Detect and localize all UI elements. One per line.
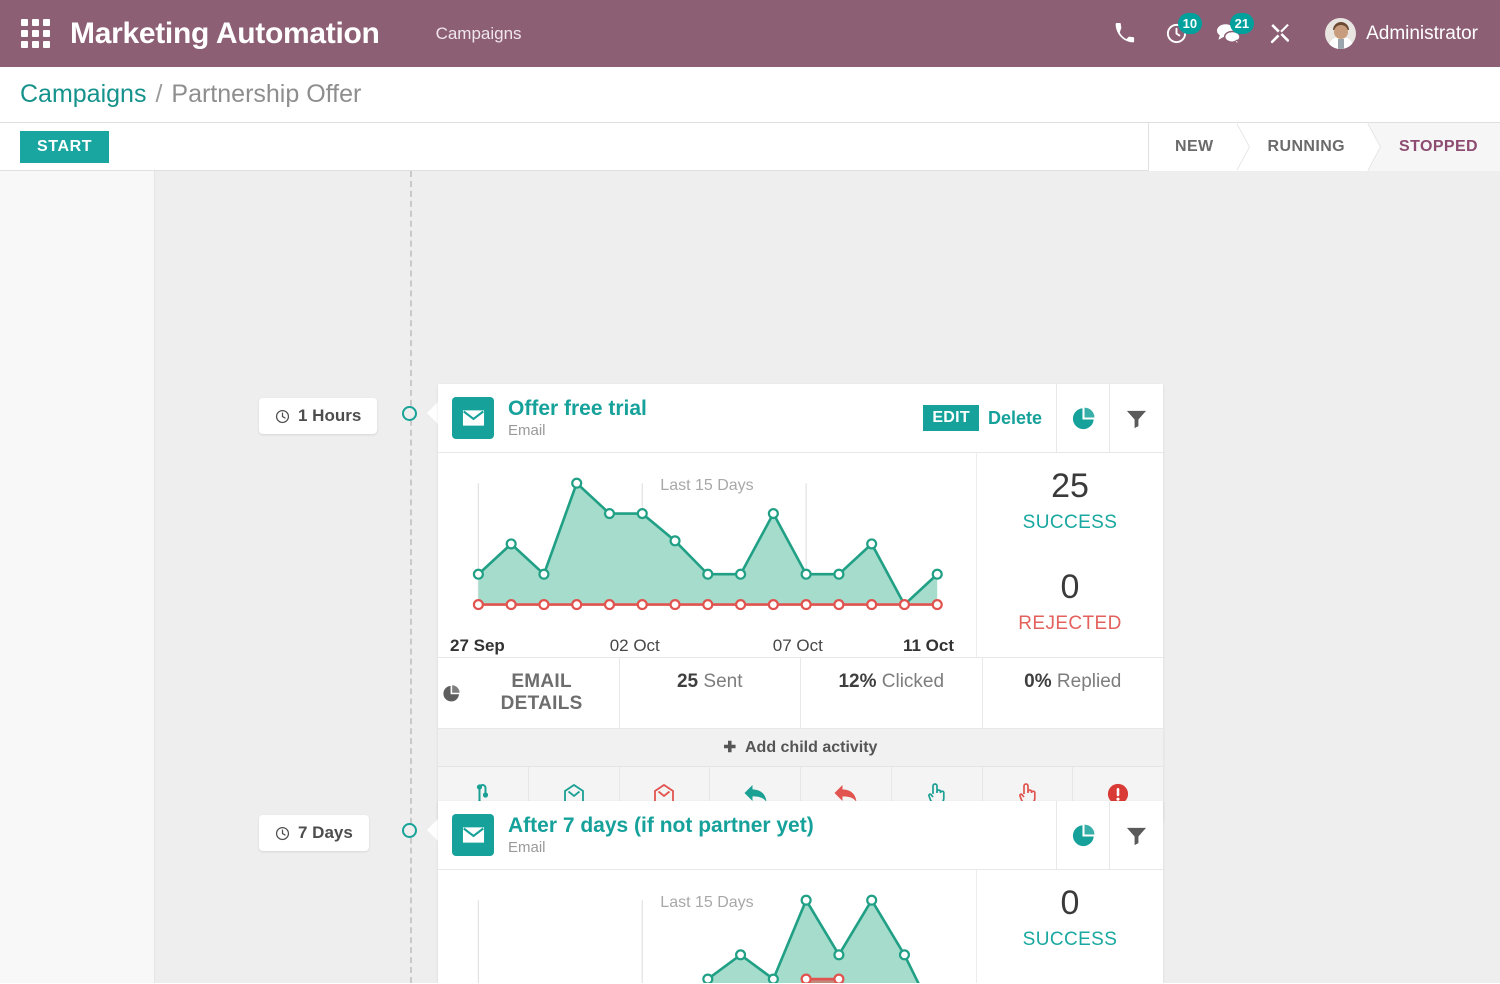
pie-chart-icon[interactable] <box>1057 801 1110 869</box>
activity-chart-2-svg <box>444 882 970 983</box>
rejected-value: 0 <box>1061 568 1080 607</box>
activity-card-2: After 7 days (if not partner yet) Email <box>438 801 1163 983</box>
success-label: SUCCESS <box>1023 929 1118 951</box>
activity-chart-1-tick-2: 07 Oct <box>773 636 823 656</box>
workflow-node-arrow-1 <box>427 402 438 424</box>
activity-card-1-details: EMAIL DETAILS 25 Sent 12% Clicked 0% Rep… <box>438 658 1163 729</box>
activity-chart-1: Last 15 Days 27 Sep 02 Oct 07 Oct 11 Oct <box>438 453 976 657</box>
activity-card-1-chart-block: Last 15 Days 27 Sep 02 Oct 07 Oct 11 Oct… <box>438 453 1163 658</box>
status-step-new-label: NEW <box>1175 138 1214 156</box>
envelope-icon <box>452 814 494 856</box>
messages-badge-count: 21 <box>1230 13 1254 34</box>
sent-label: Sent <box>703 671 742 692</box>
clock-activity-icon[interactable]: 10 <box>1161 19 1191 49</box>
tools-icon[interactable] <box>1265 19 1295 49</box>
breadcrumb: Campaigns / Partnership Offer <box>0 67 1500 123</box>
action-control-row: START NEW RUNNING STOPPED <box>0 123 1500 171</box>
workflow-connector-line-primary <box>410 171 412 983</box>
pie-chart-icon <box>442 684 461 703</box>
add-child-activity-button[interactable]: ✚ Add child activity <box>438 729 1163 767</box>
activity-card-2-chart-block: Last 15 Days 28 Sep 03 Oct 08 Oct 12 Oct… <box>438 870 1163 983</box>
breadcrumb-separator: / <box>155 80 162 109</box>
status-pipeline: NEW RUNNING STOPPED <box>1148 123 1500 171</box>
start-button-label: START <box>37 138 92 155</box>
email-details-label: EMAIL DETAILS <box>469 671 615 715</box>
workflow-node-dot-1[interactable] <box>402 406 417 421</box>
activity-badge-count: 10 <box>1178 13 1202 34</box>
clock-icon <box>275 409 290 424</box>
clicked-metric[interactable]: 12% Clicked <box>801 658 983 728</box>
user-avatar <box>1325 18 1356 49</box>
status-step-stopped[interactable]: STOPPED <box>1367 123 1500 171</box>
start-button[interactable]: START <box>20 131 109 163</box>
activity-chart-1-svg <box>444 465 970 642</box>
time-pill-activity-1-label: 1 Hours <box>298 406 361 426</box>
activity-card-1-header: Offer free trial Email EDIT Delete <box>438 384 1163 453</box>
activity-card-2-title: After 7 days (if not partner yet) <box>508 814 814 837</box>
time-pill-activity-2[interactable]: 7 Days <box>259 815 369 851</box>
activity-card-1: Offer free trial Email EDIT Delete <box>438 384 1163 820</box>
plus-circle-icon: ✚ <box>724 739 737 756</box>
activity-chart-2: Last 15 Days 28 Sep 03 Oct 08 Oct 12 Oct <box>438 870 976 983</box>
breadcrumb-root-link[interactable]: Campaigns <box>20 80 146 109</box>
user-menu[interactable]: Administrator <box>1325 18 1478 49</box>
envelope-icon <box>452 397 494 439</box>
funnel-filter-icon[interactable] <box>1110 384 1163 452</box>
status-step-new[interactable]: NEW <box>1148 123 1236 171</box>
activity-card-1-titles: Offer free trial Email <box>508 397 647 439</box>
top-navigation-bar: Marketing Automation Campaigns 10 21 <box>0 0 1500 67</box>
activity-card-1-actions: EDIT Delete <box>923 405 1042 431</box>
status-step-running-label: RUNNING <box>1268 138 1345 156</box>
activity-chart-1-tick-0: 27 Sep <box>450 636 505 656</box>
activity-card-1-stats: 25 SUCCESS 0 REJECTED <box>976 453 1163 657</box>
success-value: 25 <box>1051 467 1089 506</box>
funnel-filter-icon[interactable] <box>1110 801 1163 869</box>
activity-card-2-header: After 7 days (if not partner yet) Email <box>438 801 1163 870</box>
activity-chart-1-tick-1: 02 Oct <box>610 636 660 656</box>
apps-grid-icon[interactable] <box>18 17 52 51</box>
clicked-value: 12% <box>838 671 876 692</box>
activity-card-1-subtitle: Email <box>508 422 647 439</box>
phone-icon[interactable] <box>1109 19 1139 49</box>
time-pill-activity-2-label: 7 Days <box>298 823 353 843</box>
user-name: Administrator <box>1366 23 1478 45</box>
add-child-activity-label: Add child activity <box>745 739 877 756</box>
activity-card-2-header-main: After 7 days (if not partner yet) Email <box>438 801 1057 869</box>
replied-label: Replied <box>1057 671 1121 692</box>
status-step-running[interactable]: RUNNING <box>1236 123 1367 171</box>
activity-card-2-titles: After 7 days (if not partner yet) Email <box>508 814 814 856</box>
activity-card-2-stats: 0 SUCCESS 0 REJECTED <box>976 870 1163 983</box>
app-title: Marketing Automation <box>70 17 380 51</box>
breadcrumb-current: Partnership Offer <box>171 80 361 109</box>
edit-button[interactable]: EDIT <box>923 405 979 431</box>
activity-card-2-subtitle: Email <box>508 839 814 856</box>
rejected-label: REJECTED <box>1018 613 1122 635</box>
activity-card-1-header-main: Offer free trial Email EDIT Delete <box>438 384 1057 452</box>
status-step-stopped-label: STOPPED <box>1399 138 1478 156</box>
topbar-right-cluster: 10 21 Administrator <box>1109 18 1478 49</box>
replied-value: 0% <box>1024 671 1051 692</box>
campaign-workflow-canvas: 1 Hours Offer free trial Email EDIT Dele… <box>0 171 1500 983</box>
delete-button[interactable]: Delete <box>988 408 1042 429</box>
activity-card-1-title: Offer free trial <box>508 397 647 420</box>
clicked-label: Clicked <box>882 671 944 692</box>
success-value: 0 <box>1061 884 1080 923</box>
sent-metric[interactable]: 25 Sent <box>620 658 802 728</box>
menu-item-campaigns[interactable]: Campaigns <box>436 24 522 44</box>
clock-icon <box>275 826 290 841</box>
pie-chart-icon[interactable] <box>1057 384 1110 452</box>
email-details-button[interactable]: EMAIL DETAILS <box>438 658 620 728</box>
sent-value: 25 <box>677 671 698 692</box>
workflow-node-arrow-2 <box>427 819 438 841</box>
chat-bubbles-icon[interactable]: 21 <box>1213 19 1243 49</box>
success-label: SUCCESS <box>1023 512 1118 534</box>
left-rail <box>0 171 155 983</box>
replied-metric[interactable]: 0% Replied <box>983 658 1164 728</box>
activity-chart-1-tick-3: 11 Oct <box>903 636 954 656</box>
workflow-node-dot-2[interactable] <box>402 823 417 838</box>
time-pill-activity-1[interactable]: 1 Hours <box>259 398 377 434</box>
